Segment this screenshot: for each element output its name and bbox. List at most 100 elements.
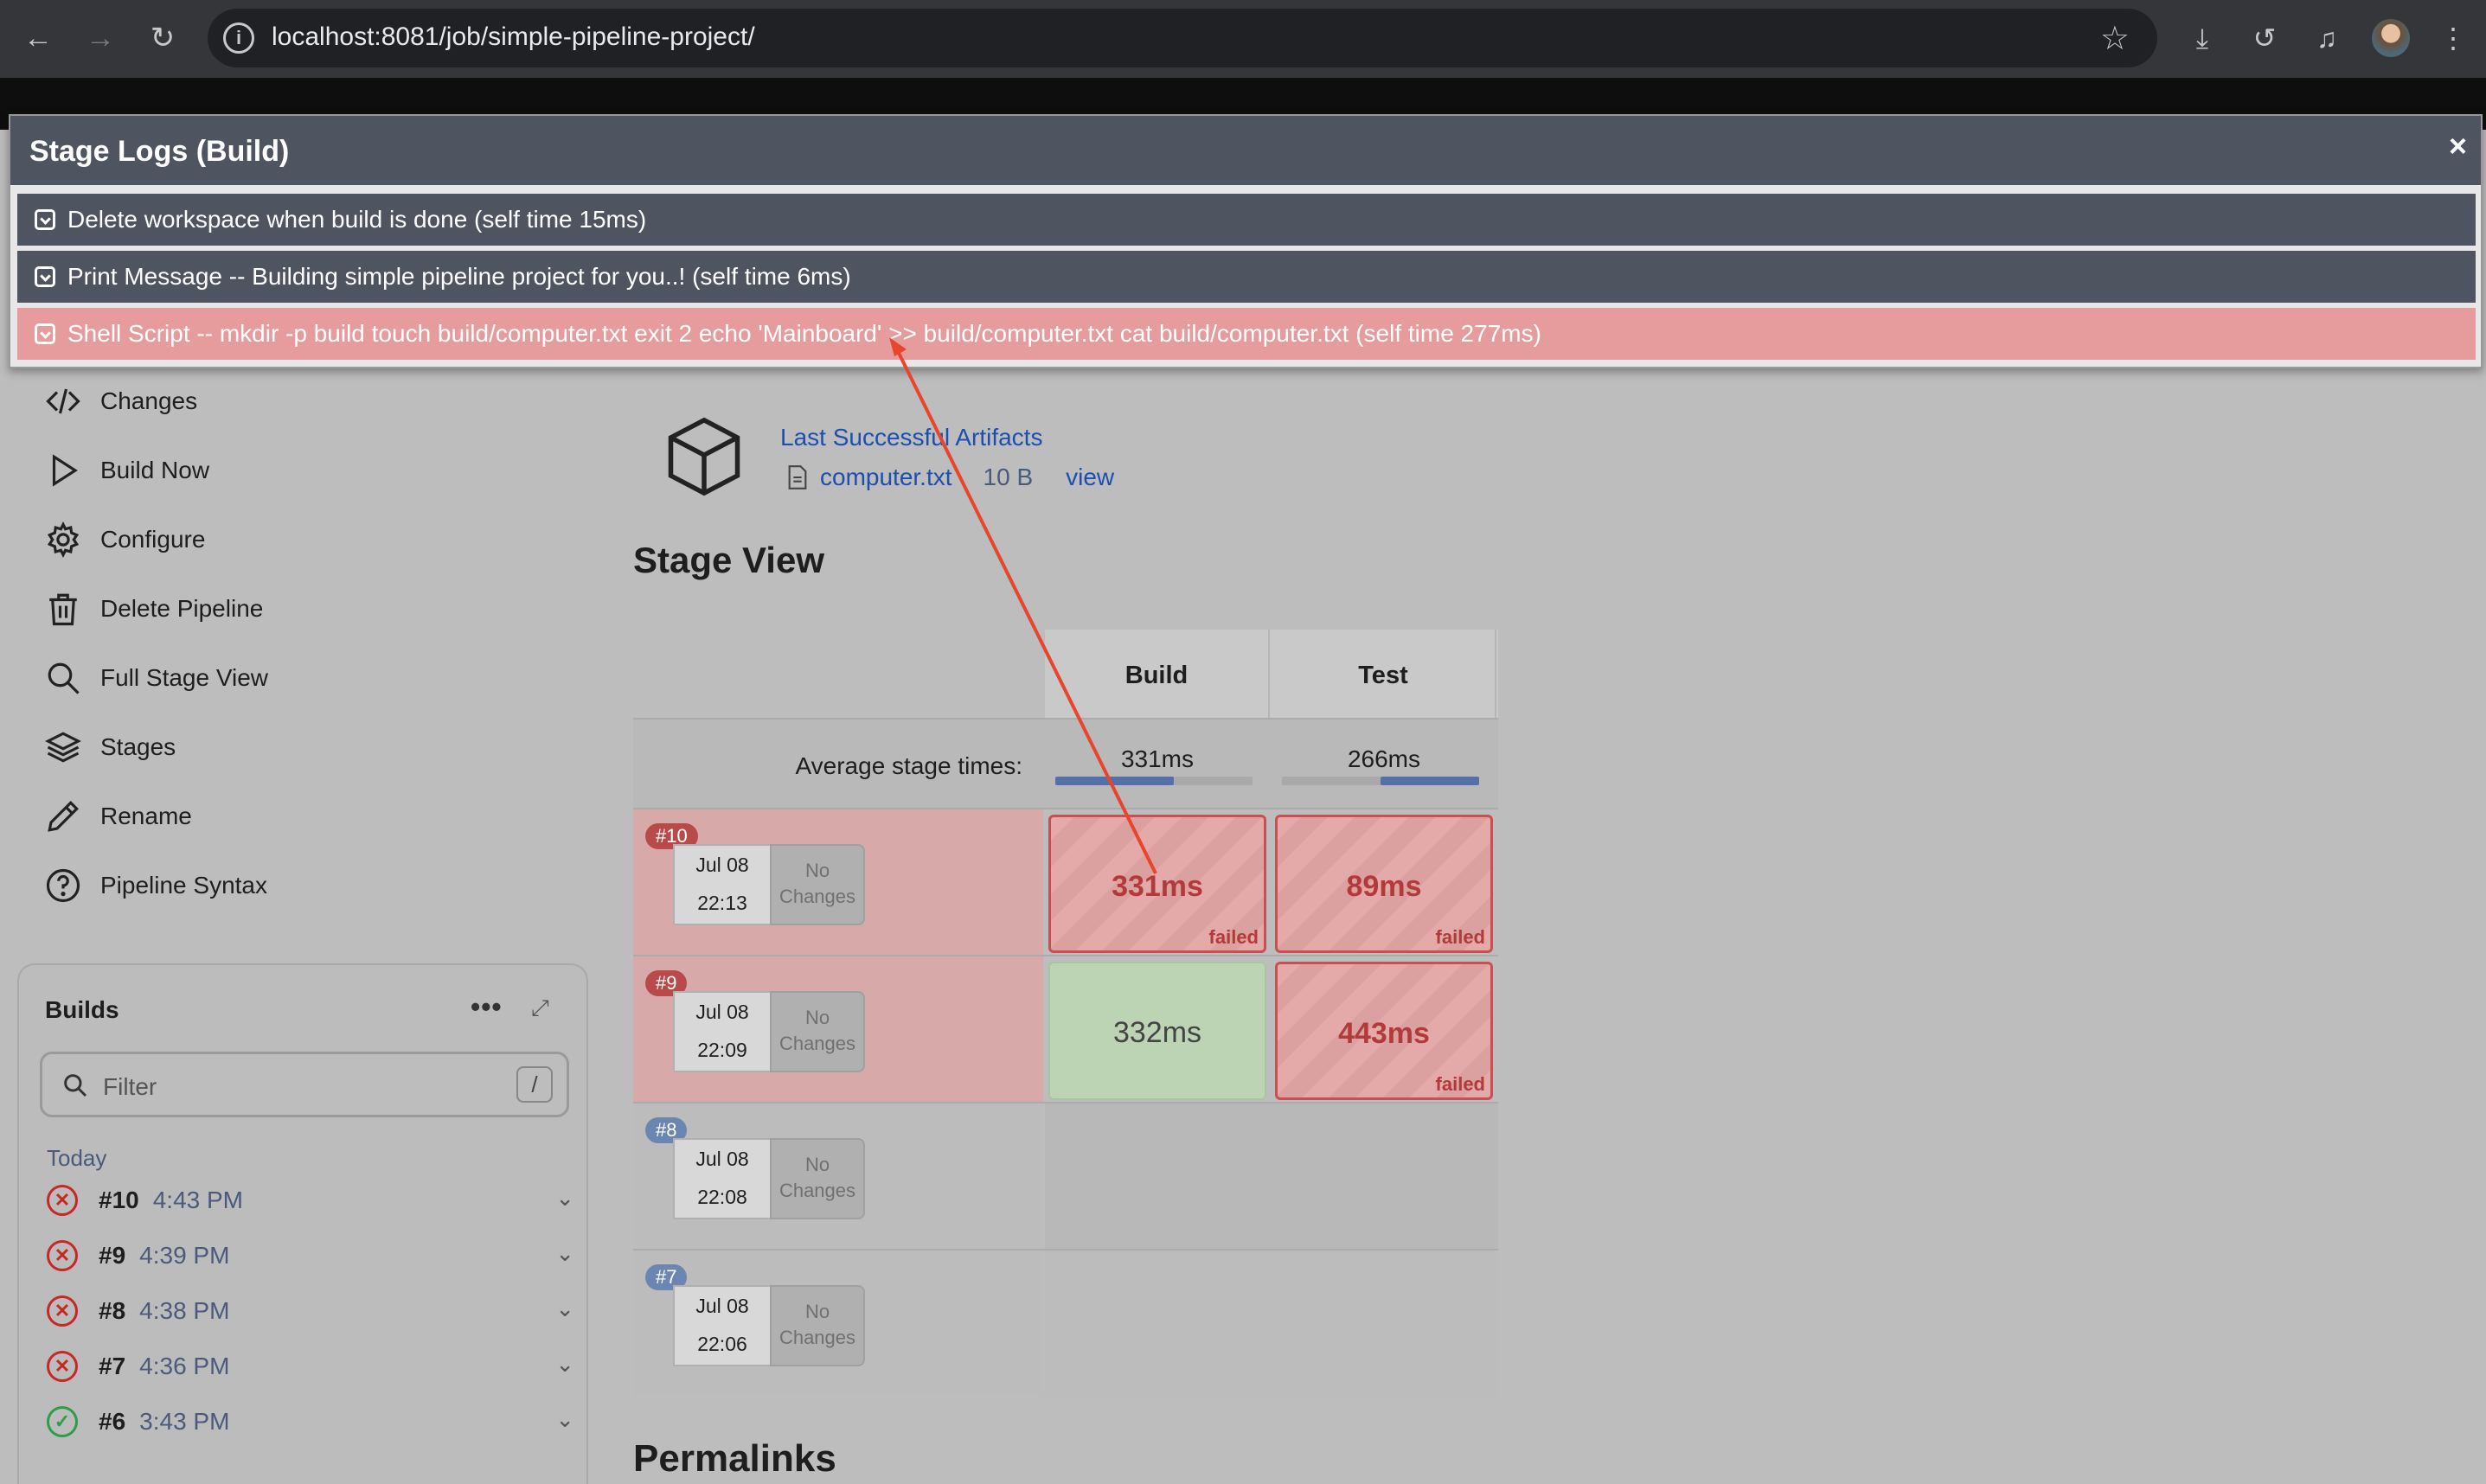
log-entry[interactable]: Print Message -- Building simple pipelin… — [17, 251, 2476, 303]
average-time-bar-fill — [1055, 777, 1174, 785]
permalinks-title: Permalinks — [633, 1437, 836, 1480]
stage-logs-dialog: Stage Logs (Build) × Delete workspace wh… — [9, 114, 2483, 368]
close-icon[interactable]: × — [2449, 128, 2467, 164]
artifact-file-link[interactable]: computer.txt — [820, 464, 952, 491]
chevron-down-icon[interactable]: ⌄ — [555, 1295, 574, 1322]
run-info: #7 Jul 08 22:06 No Changes — [633, 1251, 1043, 1396]
build-time: 4:38 PM — [139, 1297, 230, 1324]
run-date: Jul 08 22:08 — [673, 1138, 772, 1219]
run-date-time: 22:08 — [697, 1186, 747, 1208]
run-changes-line: No — [804, 860, 830, 881]
run-date-time: 22:13 — [697, 892, 747, 914]
sidebar-item-build-now[interactable]: Build Now — [45, 445, 209, 496]
filter-placeholder: Filter — [103, 1073, 157, 1100]
average-times-label: Average stage times: — [795, 752, 1022, 779]
stage-column-test: Test — [1272, 630, 1496, 718]
last-successful-artifacts-link[interactable]: Last Successful Artifacts — [780, 424, 1042, 451]
run-date-time: 22:09 — [697, 1039, 747, 1061]
site-info-icon[interactable]: i — [223, 22, 254, 54]
more-options-icon[interactable]: ••• — [471, 991, 503, 1023]
run-date: Jul 08 22:09 — [673, 991, 772, 1072]
download-icon[interactable]: ⤓ — [2183, 19, 2221, 57]
average-time-value: 331ms — [1120, 745, 1195, 772]
build-row[interactable]: ✕ #9 4:39 PM ⌄ — [47, 1233, 574, 1278]
file-icon — [788, 465, 807, 489]
sidebar-item-changes[interactable]: Changes — [45, 375, 197, 427]
sidebar-item-label: Configure — [100, 526, 206, 553]
stage-cell-test[interactable]: 443ms failed — [1275, 962, 1493, 1100]
run-changes-line: Changes — [778, 886, 856, 907]
performance-icon[interactable]: ↺ — [2246, 19, 2284, 57]
run-row: #7 Jul 08 22:06 No Changes — [633, 1249, 1498, 1398]
address-bar[interactable]: i localhost:8081/job/simple-pipeline-pro… — [208, 9, 2157, 67]
run-changes-line: Changes — [778, 1180, 856, 1201]
dialog-title: Stage Logs (Build) — [29, 135, 290, 168]
run-info: #9 Jul 08 22:09 No Changes — [633, 956, 1043, 1102]
run-date-day: Jul 08 — [695, 1295, 749, 1317]
builds-title: Builds — [45, 996, 119, 1023]
average-time-build: 331ms — [1045, 720, 1270, 809]
build-number[interactable]: #6 — [99, 1408, 125, 1436]
stage-view-title: Stage View — [633, 540, 824, 580]
run-info: #10 Jul 08 22:13 No Changes — [633, 809, 1043, 955]
build-row[interactable]: ✕ #10 4:43 PM ⌄ — [47, 1178, 574, 1223]
build-number[interactable]: #9 — [99, 1242, 125, 1270]
expand-toggle-icon[interactable] — [35, 209, 55, 230]
run-changes-line: No — [804, 1301, 830, 1322]
build-row[interactable]: ✓ #6 3:43 PM ⌄ — [47, 1399, 574, 1444]
menu-kebab-icon[interactable]: ⋮ — [2434, 19, 2472, 57]
artifact-view-link[interactable]: view — [1066, 464, 1114, 491]
filter-input[interactable]: Filter / — [40, 1052, 569, 1117]
chevron-down-icon[interactable]: ⌄ — [555, 1240, 574, 1267]
stage-duration: 89ms — [1346, 870, 1422, 903]
expand-icon[interactable]: ⤢ — [531, 995, 549, 1022]
back-icon[interactable]: ← — [19, 19, 57, 57]
reload-icon[interactable]: ↻ — [144, 19, 182, 57]
sidebar-item-delete-pipeline[interactable]: Delete Pipeline — [45, 583, 263, 635]
build-row[interactable]: ✕ #8 4:38 PM ⌄ — [47, 1289, 574, 1334]
average-time-value: 266ms — [1347, 745, 1421, 772]
log-entry[interactable]: Delete workspace when build is done (sel… — [17, 194, 2476, 246]
expand-toggle-icon[interactable] — [35, 323, 55, 344]
sidebar-item-pipeline-syntax[interactable]: Pipeline Syntax — [45, 860, 267, 912]
stage-cell-build[interactable]: 331ms failed — [1048, 815, 1266, 953]
chevron-down-icon[interactable]: ⌄ — [555, 1406, 574, 1433]
run-changes-line: Changes — [778, 1327, 856, 1348]
run-date: Jul 08 22:06 — [673, 1285, 772, 1366]
stage-status-label: failed — [1435, 926, 1485, 948]
build-number[interactable]: #7 — [99, 1353, 125, 1380]
stage-duration: 331ms — [1112, 870, 1203, 903]
bookmark-star-icon[interactable]: ☆ — [2100, 19, 2130, 58]
log-entry-error[interactable]: Shell Script -- mkdir -p build touch bui… — [17, 308, 2476, 360]
url-text[interactable]: localhost:8081/job/simple-pipeline-proje… — [272, 22, 755, 52]
run-date-day: Jul 08 — [695, 854, 749, 876]
build-number[interactable]: #8 — [99, 1297, 125, 1325]
build-number[interactable]: #10 — [99, 1187, 139, 1214]
sidebar-item-configure[interactable]: Configure — [45, 514, 205, 566]
layers-icon — [44, 729, 82, 765]
profile-avatar[interactable] — [2372, 19, 2410, 57]
stage-cell-test[interactable]: 89ms failed — [1275, 815, 1493, 953]
chevron-down-icon[interactable]: ⌄ — [555, 1351, 574, 1378]
expand-toggle-icon[interactable] — [35, 266, 55, 287]
run-changes: No Changes — [770, 991, 865, 1072]
stage-cell-build[interactable]: 332ms — [1048, 962, 1266, 1100]
average-time-bar-fill — [1381, 777, 1479, 785]
sidebar-item-stages[interactable]: Stages — [44, 721, 176, 773]
average-times-row: Average stage times: 331ms 266ms — [633, 718, 1498, 808]
chevron-down-icon[interactable]: ⌄ — [555, 1185, 574, 1212]
help-icon — [45, 867, 81, 904]
builds-panel: Builds ••• ⤢ Filter / Today ✕ #10 4:43 P… — [17, 963, 588, 1484]
build-row[interactable]: ✕ #7 4:36 PM ⌄ — [47, 1344, 574, 1389]
run-date-day: Jul 08 — [695, 1001, 749, 1023]
sidebar-item-rename[interactable]: Rename — [45, 790, 192, 842]
filter-shortcut-key: / — [516, 1066, 553, 1103]
media-icon[interactable]: ♫ — [2308, 19, 2346, 57]
sidebar-item-full-stage-view[interactable]: Full Stage View — [45, 652, 268, 704]
forward-icon[interactable]: → — [81, 19, 119, 57]
gear-icon — [45, 521, 81, 559]
run-changes-line: No — [804, 1154, 830, 1175]
build-time: 4:39 PM — [139, 1242, 230, 1269]
search-icon — [64, 1074, 87, 1097]
stage-duration: 332ms — [1112, 1016, 1202, 1049]
